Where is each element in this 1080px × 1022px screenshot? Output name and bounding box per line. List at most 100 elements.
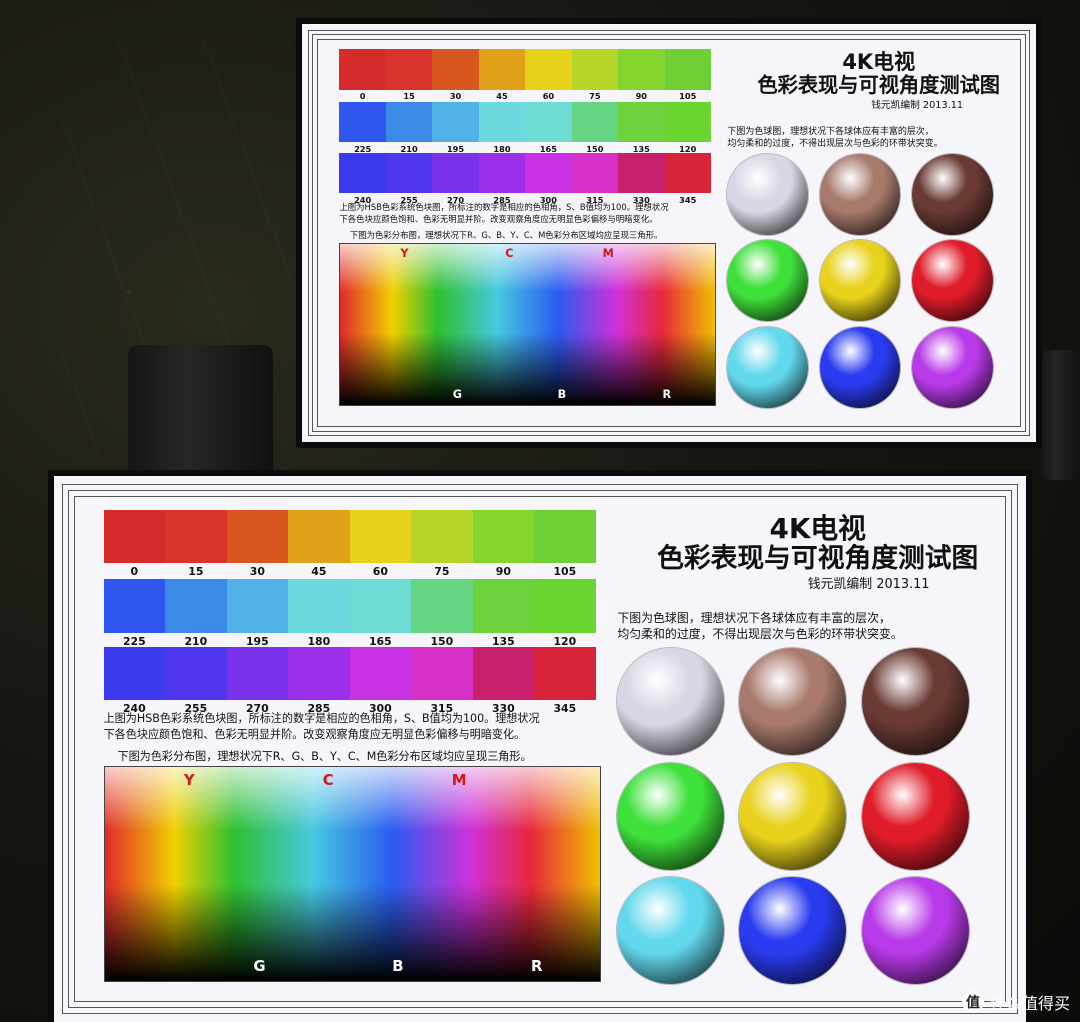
hue-swatch-180 <box>288 579 350 633</box>
hue-label-15: 15 <box>403 91 415 102</box>
hue-swatch-270 <box>226 646 289 701</box>
color-distribution-chart: Y C M G B R <box>103 765 602 982</box>
hue-label-345: 345 <box>679 194 697 205</box>
sphere-caption-line1: 下图为色球图，理想状况下各球体应有丰富的层次， <box>617 610 891 625</box>
watermark-text: 什么值得买 <box>989 994 1070 1013</box>
hue-swatch-120 <box>664 101 711 143</box>
hue-swatch-90 <box>472 509 535 564</box>
hue-swatch-195 <box>432 101 479 143</box>
distribution-top-label-M: M <box>451 770 467 789</box>
sphere-yellow <box>739 762 847 870</box>
hue-row-1-labels: 0 15 30 45 60 75 90 105 <box>339 91 710 101</box>
sphere-skin <box>739 648 847 756</box>
hue-row-3 <box>339 152 711 194</box>
hue-swatch-120 <box>534 579 596 633</box>
hue-swatch-30 <box>226 509 289 564</box>
distribution-top-label-Y: Y <box>183 770 195 789</box>
hue-label-60: 60 <box>372 565 388 579</box>
sphere-green <box>727 240 809 322</box>
hue-swatch-240 <box>103 646 166 701</box>
hue-swatch-210 <box>385 101 433 143</box>
color-distribution-chart: Y C M G B R <box>339 242 716 407</box>
sphere-caption-line2: 均匀柔和的过度，不得出现层次与色彩的环带状突变。 <box>727 139 943 150</box>
sphere-caption-line2: 均匀柔和的过度，不得出现层次与色彩的环带状突变。 <box>617 626 903 641</box>
distribution-top-label-C: C <box>505 246 514 260</box>
chart-author: 钱元凯编制 2013.11 <box>871 100 964 112</box>
tv-front-screen: 4K电视 色彩表现与可视角度测试图 钱元凯编制 2013.11 0 15 30 45 60 75… <box>54 476 1026 1022</box>
distribution-bottom-label-B: B <box>392 956 404 975</box>
hue-swatch-15 <box>385 49 433 90</box>
tv-back-screen: 4K电视 色彩表现与可视角度测试图 钱元凯编制 2013.11 0 15 30 45 60 75… <box>302 24 1036 442</box>
hue-swatch-30 <box>432 49 479 90</box>
hue-swatch-75 <box>411 509 473 564</box>
tv-front: 4K电视 色彩表现与可视角度测试图 钱元凯编制 2013.11 0 15 30 45 60 75… <box>48 470 1032 1022</box>
distribution-bottom-label-B: B <box>557 387 567 401</box>
hue-swatch-180 <box>478 101 526 143</box>
sphere-gray <box>727 154 809 235</box>
hue-label-30: 30 <box>449 91 462 102</box>
distribution-top-label-C: C <box>322 770 334 789</box>
left-speaker <box>128 345 273 480</box>
sphere-blue <box>819 326 901 408</box>
hue-label-45: 45 <box>496 91 508 102</box>
sphere-brown <box>861 648 969 756</box>
distribution-caption: 下图为色彩分布图，理想状况下R、G、B、Y、C、M色彩分布区域均应呈现三角形。 <box>349 230 663 241</box>
sphere-purple <box>861 877 969 985</box>
hue-swatch-195 <box>226 579 289 633</box>
hue-swatch-315 <box>571 152 619 194</box>
hue-caption-line2: 下各色块应颜色饱和、色彩无明显并阶。改变观察角度应无明显色彩偏移与明暗变化。 <box>103 727 526 741</box>
hue-swatch-300 <box>349 646 412 701</box>
hue-swatch-270 <box>432 152 479 194</box>
hue-swatch-60 <box>525 49 572 90</box>
hue-caption-line1: 上图为HSB色彩系统色块图，所标注的数字是相应的色相角，S、B值均为100。理想… <box>339 201 669 212</box>
hue-swatch-255 <box>165 646 227 701</box>
hue-label-60: 60 <box>542 91 555 102</box>
hue-swatch-135 <box>618 101 665 143</box>
sphere-blue <box>739 877 847 985</box>
hue-caption-line1: 上图为HSB色彩系统色块图，所标注的数字是相应的色相角，S、B值均为100。理想… <box>103 712 540 726</box>
hue-swatch-150 <box>411 579 473 633</box>
hue-swatch-75 <box>571 49 619 90</box>
sphere-cyan <box>617 877 725 985</box>
hue-label-0: 0 <box>130 565 139 579</box>
sphere-gray <box>617 648 725 756</box>
distribution-bottom-label-G: G <box>253 956 266 975</box>
hue-swatch-315 <box>411 646 473 701</box>
hue-swatch-45 <box>288 509 350 564</box>
hue-label-90: 90 <box>495 565 511 579</box>
sphere-red <box>861 762 969 870</box>
hue-swatch-345 <box>664 152 711 194</box>
hue-caption-line2: 下各色块应颜色饱和、色彩无明显并阶。改变观察角度应无明显色彩偏移与明暗变化。 <box>339 213 658 224</box>
sphere-grid <box>609 645 976 988</box>
hue-label-345: 345 <box>553 702 577 716</box>
hue-swatch-330 <box>618 152 665 194</box>
sphere-grid <box>721 151 998 410</box>
chart-title-line2: 色彩表现与可视角度测试图 <box>657 542 979 574</box>
sphere-red <box>911 240 993 322</box>
hue-swatch-330 <box>472 646 535 701</box>
hue-label-90: 90 <box>635 91 647 102</box>
hue-swatch-255 <box>385 152 433 194</box>
hue-label-45: 45 <box>311 565 327 579</box>
hue-label-105: 105 <box>679 91 697 102</box>
chart-author: 钱元凯编制 2013.11 <box>807 577 930 593</box>
distribution-top-label-Y: Y <box>400 246 409 260</box>
sphere-green <box>617 762 725 870</box>
hue-swatch-345 <box>534 646 596 701</box>
distribution-bottom-label-R: R <box>662 387 672 401</box>
sphere-skin <box>819 154 901 235</box>
hue-swatch-45 <box>478 49 526 90</box>
hue-swatch-285 <box>288 646 350 701</box>
hue-swatch-240 <box>339 152 386 194</box>
hue-swatch-285 <box>478 152 526 194</box>
hue-swatch-0 <box>103 509 166 564</box>
hue-swatch-0 <box>339 49 386 90</box>
hue-label-30: 30 <box>249 565 265 579</box>
distribution-fog <box>340 243 715 293</box>
sphere-purple <box>911 326 993 408</box>
right-speaker <box>1040 350 1080 480</box>
smzdm-logo-icon: 值 <box>961 991 984 1013</box>
hue-swatch-225 <box>103 579 166 633</box>
hue-swatch-165 <box>525 101 572 143</box>
hue-swatch-135 <box>472 579 535 633</box>
